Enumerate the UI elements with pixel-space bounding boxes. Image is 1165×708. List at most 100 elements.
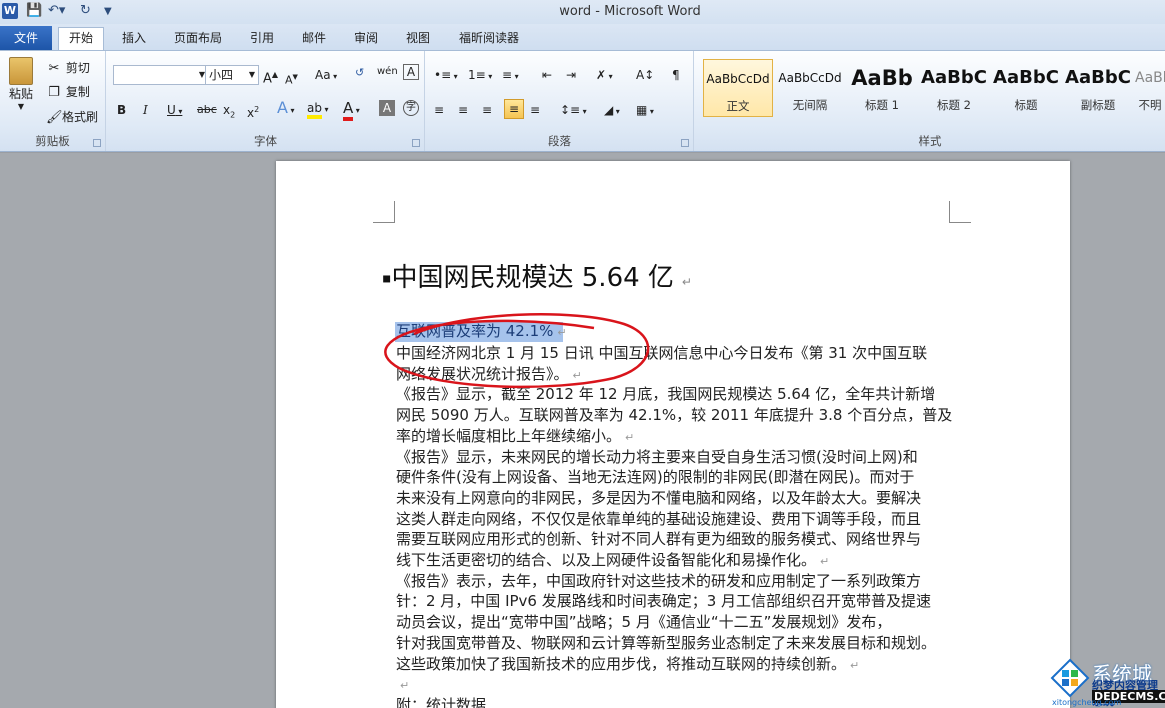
- style-heading-2[interactable]: AaBbC 标题 2: [919, 59, 989, 117]
- superscript-icon[interactable]: x2: [247, 101, 259, 122]
- tab-home[interactable]: 开始: [58, 27, 104, 50]
- document-page[interactable]: ▪中国网民规模达 5.64 亿 ↵ 互联网普及率为 42.1% ↵ 中国经济网北京 …: [276, 161, 1070, 708]
- font-name-box[interactable]: ▼: [113, 65, 209, 85]
- style-normal[interactable]: AaBbCcDd 正文: [703, 59, 773, 117]
- tab-references[interactable]: 引用: [240, 28, 284, 50]
- tab-view[interactable]: 视图: [396, 28, 440, 50]
- clipboard-group-label: 剪贴板: [35, 134, 70, 148]
- body-line[interactable]: 需要互联网应用形式的创新、针对不同人群有更为细致的服务模式、网络世界与: [396, 529, 921, 550]
- style-name: 无间隔: [792, 98, 828, 112]
- shrink-font-icon[interactable]: A▼: [285, 68, 298, 90]
- document-area[interactable]: ▪中国网民规模达 5.64 亿 ↵ 互联网普及率为 42.1% ↵ 中国经济网北京 …: [0, 153, 1165, 708]
- show-marks-icon[interactable]: ¶: [672, 66, 680, 84]
- body-line-text: 未来没有上网意向的非网民，多是因为不懂电脑和网络，以及年龄太大。要解决: [396, 488, 922, 507]
- style-sample: AaBbCcDd: [706, 72, 770, 86]
- heading-text: 中国网民规模达 5.64 亿: [391, 263, 674, 293]
- style-title[interactable]: AaBbC 标题: [991, 59, 1061, 117]
- body-line[interactable]: 《报告》显示，未来网民的增长动力将主要来自受自身生活习惯(没时间上网)和: [396, 447, 918, 468]
- style-no-spacing[interactable]: AaBbCcDd 无间隔: [775, 59, 845, 117]
- bullets-icon[interactable]: •≡ ▾: [434, 66, 458, 86]
- paste-dropdown-icon[interactable]: ▼: [6, 103, 36, 111]
- change-case-button[interactable]: Aa ▾: [315, 66, 337, 86]
- justify-icon[interactable]: ≡: [504, 99, 524, 119]
- tab-page-layout[interactable]: 页面布局: [165, 28, 231, 50]
- italic-icon[interactable]: I: [143, 101, 148, 119]
- body-line[interactable]: 附：统计数据: [396, 695, 486, 708]
- style-sample: AaBbC: [1065, 67, 1131, 88]
- font-launcher-icon[interactable]: [412, 139, 420, 147]
- clipboard-launcher-icon[interactable]: [93, 139, 101, 147]
- body-line[interactable]: 动员会议，提出“宽带中国”战略；5 月《通信业“十二五”发展规划》发布，: [396, 612, 891, 633]
- multilevel-list-icon[interactable]: ≡ ▾: [502, 66, 519, 86]
- paste-label: 粘贴: [8, 87, 33, 101]
- style-sample: AaBbCcDd: [778, 71, 842, 85]
- decrease-indent-icon[interactable]: ⇤: [542, 66, 552, 84]
- body-line[interactable]: 《报告》表示，去年，中国政府针对这些技术的研发和应用制定了一系列政策方: [396, 571, 921, 592]
- increase-indent-icon[interactable]: ⇥: [566, 66, 576, 84]
- tab-review[interactable]: 审阅: [344, 28, 388, 50]
- body-line[interactable]: 这些政策加快了我国新技术的应用步伐，将推动互联网的持续创新。 ↵: [396, 654, 859, 676]
- body-line[interactable]: 硬件条件(没有上网设备、当地无法连网)的限制的非网民(即潜在网民)。而对于: [396, 467, 914, 488]
- title-bar: W 💾 ↶▾ ↻ ▼ word - Microsoft Word: [0, 0, 1165, 24]
- style-heading-1[interactable]: AaBb 标题 1: [847, 59, 917, 117]
- style-subtle[interactable]: AaBbC 不明: [1135, 59, 1165, 117]
- text-effect-icon[interactable]: A ▾: [277, 99, 295, 120]
- style-name: 副标题: [1080, 98, 1116, 112]
- chevron-down-icon: ▼: [248, 70, 255, 79]
- cut-button[interactable]: ✂ 剪切: [46, 59, 90, 77]
- phonetic-guide-icon[interactable]: wén: [377, 63, 398, 81]
- tab-foxit-reader[interactable]: 福昕阅读器: [450, 28, 528, 50]
- character-shading-icon[interactable]: A: [379, 100, 395, 116]
- clear-format-icon[interactable]: ↺: [355, 64, 364, 82]
- grow-font-icon[interactable]: A▲: [263, 66, 278, 88]
- body-line[interactable]: 针对我国宽带普及、物联网和云计算等新型服务业态制定了未来发展目标和规划。: [396, 633, 936, 654]
- subscript-icon[interactable]: x2: [223, 101, 235, 124]
- font-size-box[interactable]: 小四 ▼: [205, 65, 259, 85]
- paragraph-launcher-icon[interactable]: [681, 139, 689, 147]
- character-border-icon[interactable]: A: [403, 64, 419, 80]
- align-left-icon[interactable]: ≡: [434, 101, 444, 119]
- chinese-layout-icon[interactable]: ✗ ▾: [596, 66, 613, 86]
- body-line-text: 硬件条件(没有上网设备、当地无法连网)的限制的非网民(即潜在网民)。而对于: [396, 468, 915, 487]
- font-color-icon[interactable]: A ▾: [343, 99, 360, 121]
- highlight-icon[interactable]: ab ▾: [307, 99, 329, 119]
- paragraph-mark-icon: ↵: [850, 658, 860, 672]
- tab-mailings[interactable]: 邮件: [292, 28, 336, 50]
- underline-icon[interactable]: U ▾: [167, 101, 182, 121]
- body-line[interactable]: 线下生活更密切的结合、以及上网硬件设备智能化和易操作化。 ↵: [396, 550, 829, 572]
- tab-file[interactable]: 文件: [0, 26, 52, 50]
- borders-icon[interactable]: ▦ ▾: [636, 101, 654, 121]
- tab-insert[interactable]: 插入: [112, 28, 156, 50]
- sort-icon[interactable]: A↕: [636, 66, 654, 84]
- scissors-icon: ✂: [48, 61, 60, 76]
- style-name: 标题 1: [865, 98, 899, 112]
- strikethrough-icon[interactable]: abc: [197, 101, 217, 119]
- body-line[interactable]: 网民 5090 万人。互联网普及率为 42.1%，较 2011 年底提升 3.8…: [396, 405, 952, 426]
- distribute-icon[interactable]: ≡: [530, 101, 540, 119]
- align-right-icon[interactable]: ≡: [482, 101, 492, 119]
- style-name: 标题: [1014, 98, 1038, 112]
- watermark-site: xitongcheng.com: [1052, 698, 1122, 707]
- shading-icon[interactable]: ◢ ▾: [604, 101, 620, 121]
- numbering-icon[interactable]: 1≡ ▾: [468, 66, 492, 86]
- enclose-character-icon[interactable]: 字: [403, 100, 419, 116]
- paragraph-group: •≡ ▾ 1≡ ▾ ≡ ▾ ⇤ ⇥ ✗ ▾ A↕ ¶ ≡ ≡ ≡ ≡ ≡ ↕≡ …: [426, 51, 694, 151]
- copy-label: 复制: [65, 85, 90, 99]
- body-line[interactable]: 针：2 月，中国 IPv6 发展路线和时间表确定；3 月工信部组织召开宽带普及提…: [396, 591, 931, 612]
- document-heading[interactable]: ▪中国网民规模达 5.64 亿 ↵: [382, 257, 692, 294]
- format-painter-button[interactable]: 🖌格式刷: [46, 108, 98, 126]
- body-line-text: 针：2 月，中国 IPv6 发展路线和时间表确定；3 月工信部组织召开宽带普及提…: [396, 592, 932, 611]
- watermark: 系统城 织梦内容管理系统 DEDECMS.COM xitongcheng.com: [1050, 652, 1165, 708]
- line-spacing-icon[interactable]: ↕≡ ▾: [560, 101, 587, 121]
- style-subtitle[interactable]: AaBbC 副标题: [1063, 59, 1133, 117]
- paste-button[interactable]: 粘贴 ▼: [6, 57, 36, 111]
- body-line[interactable]: ↵: [396, 674, 409, 696]
- body-line[interactable]: 率的增长幅度相比上年继续缩小。 ↵: [396, 426, 634, 448]
- copy-button[interactable]: ❐ 复制: [46, 83, 90, 101]
- align-center-icon[interactable]: ≡: [458, 101, 468, 119]
- body-line[interactable]: 这类人群走向网络，不仅仅是依靠单纯的基础设施建设、费用下调等手段，而且: [396, 509, 921, 530]
- body-line[interactable]: 未来没有上网意向的非网民，多是因为不懂电脑和网络，以及年龄太大。要解决: [396, 488, 921, 509]
- body-line-text: 这些政策加快了我国新技术的应用步伐，将推动互联网的持续创新。: [396, 654, 847, 673]
- body-line-text: 附：统计数据: [396, 695, 487, 708]
- bold-icon[interactable]: B: [117, 101, 126, 119]
